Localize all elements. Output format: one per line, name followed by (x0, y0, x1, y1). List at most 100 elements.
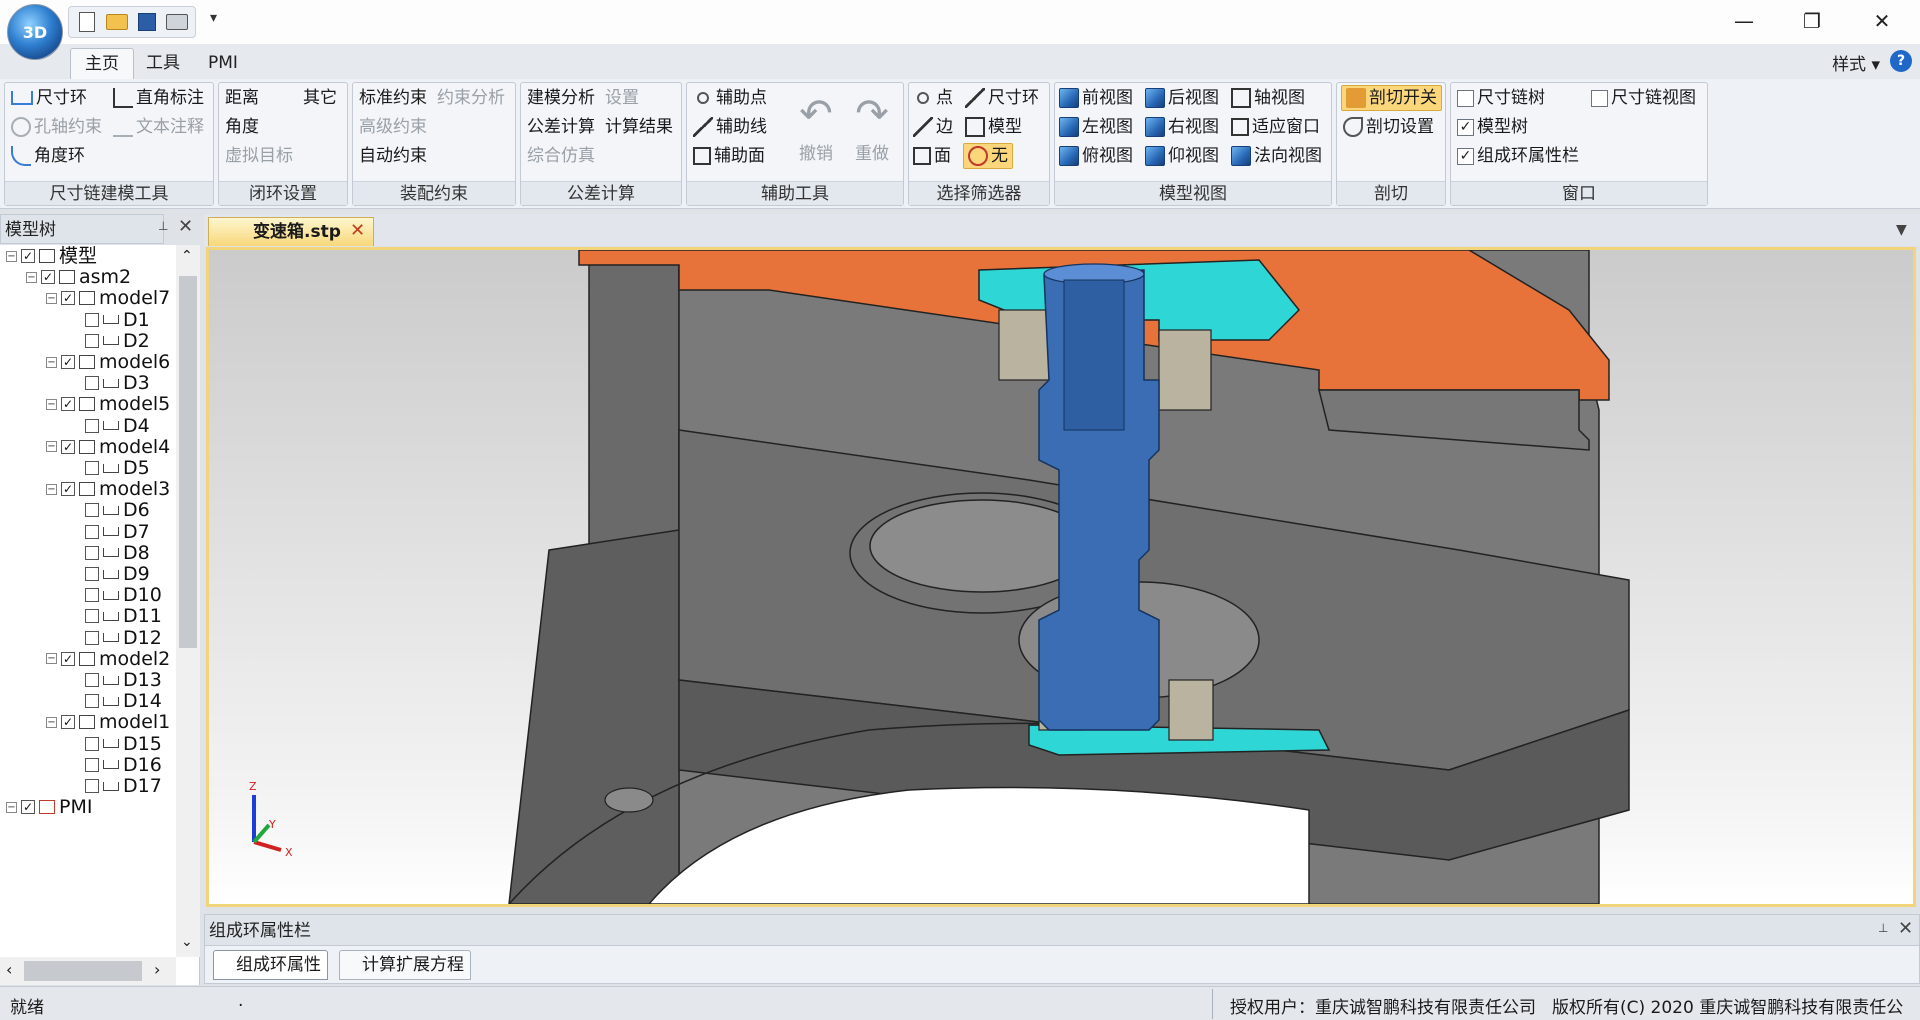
calc-result-button[interactable]: 计算结果 (605, 114, 673, 140)
aux-line-button[interactable]: 辅助线 (693, 114, 767, 140)
gearbox-section-model[interactable]: Z Y X (209, 250, 1913, 904)
restore-button[interactable]: ❐ (1780, 0, 1844, 42)
tree-checkbox[interactable]: ✓ (21, 800, 35, 815)
tree-checkbox[interactable] (85, 376, 99, 391)
filter-edge-button[interactable]: 边 (913, 114, 953, 140)
tree-checkbox[interactable] (85, 694, 99, 709)
scroll-left-icon[interactable]: ‹ (6, 960, 12, 979)
virtual-target-button[interactable]: 虚拟目标 (225, 143, 293, 169)
front-view-button[interactable]: 前视图 (1059, 85, 1133, 111)
normal-view-button[interactable]: 法向视图 (1231, 143, 1322, 169)
expand-icon[interactable]: − (46, 292, 57, 304)
tree-checkbox[interactable] (85, 418, 99, 433)
tree-checkbox[interactable]: ✓ (41, 270, 55, 285)
filter-none-button[interactable]: 无 (963, 143, 1013, 169)
hole-axis-button[interactable]: 孔轴约束 (11, 114, 102, 140)
filter-dim-loop-button[interactable]: 尺寸环 (965, 85, 1039, 111)
section-settings-button[interactable]: 剖切设置 (1343, 114, 1434, 140)
bottom-view-button[interactable]: 仰视图 (1145, 143, 1219, 169)
tree-checkbox[interactable]: ✓ (61, 355, 75, 369)
fit-window-button[interactable]: 适应窗口 (1231, 114, 1320, 140)
left-view-button[interactable]: 左视图 (1059, 114, 1133, 140)
tree-vertical-scroll-thumb[interactable] (179, 276, 197, 648)
tab-tools[interactable]: 工具 (132, 48, 194, 79)
expand-icon[interactable]: − (46, 653, 57, 665)
constraint-analysis-button[interactable]: 约束分析 (437, 85, 505, 111)
app-logo[interactable]: 3D (7, 4, 63, 60)
aux-point-button[interactable]: 辅助点 (693, 85, 767, 111)
expand-icon[interactable]: − (46, 398, 57, 410)
other-button[interactable]: 其它 (303, 85, 337, 111)
tree-checkbox[interactable] (85, 524, 99, 539)
document-list-menu[interactable]: ▼ (1896, 222, 1907, 238)
tree-checkbox[interactable]: ✓ (61, 651, 75, 666)
back-view-button[interactable]: 后视图 (1145, 85, 1219, 111)
aux-face-button[interactable]: 辅助面 (693, 143, 765, 169)
standard-constraint-button[interactable]: 标准约束 (359, 85, 427, 111)
dim-view-checkbox[interactable] (1591, 89, 1608, 107)
tree-checkbox[interactable] (85, 333, 99, 348)
auto-constraint-button[interactable]: 自动约束 (359, 143, 427, 169)
text-note-button[interactable]: 文本注释 (113, 114, 204, 140)
save-button[interactable] (133, 8, 161, 36)
new-file-button[interactable] (73, 8, 101, 36)
dim-tree-toggle[interactable]: 尺寸链树 (1457, 85, 1545, 111)
tree-checkbox[interactable] (85, 503, 99, 518)
pin-icon[interactable]: ⊥ (158, 219, 168, 233)
tree-checkbox[interactable] (85, 736, 99, 751)
expand-icon[interactable]: − (46, 483, 57, 495)
tree-checkbox[interactable]: ✓ (61, 397, 75, 412)
tree-checkbox[interactable] (85, 673, 99, 687)
print-button[interactable] (163, 8, 191, 36)
model-analysis-button[interactable]: 建模分析 (527, 85, 595, 111)
help-icon[interactable]: ? (1890, 50, 1912, 72)
expand-icon[interactable]: − (6, 250, 17, 262)
tolerance-calc-button[interactable]: 公差计算 (527, 114, 595, 140)
tree-checkbox[interactable] (85, 567, 99, 581)
redo-button[interactable]: ↷ 重做 (845, 89, 899, 173)
tree-checkbox[interactable]: ✓ (61, 482, 75, 497)
model-tree-toggle[interactable]: ✓ 模型树 (1457, 114, 1528, 140)
distance-button[interactable]: 距离 (225, 85, 259, 111)
tree-horizontal-scroll-thumb[interactable] (24, 961, 142, 981)
dim-tree-checkbox[interactable] (1457, 89, 1474, 107)
close-button[interactable]: ✕ (1850, 0, 1914, 42)
filter-point-button[interactable]: 点 (913, 85, 953, 111)
3d-viewport[interactable]: Z Y X (206, 247, 1916, 907)
tab-home[interactable]: 主页 (70, 48, 134, 79)
top-view-button[interactable]: 俯视图 (1059, 143, 1133, 169)
advanced-constraint-button[interactable]: 高级约束 (359, 114, 427, 140)
axis-view-button[interactable]: 轴视图 (1231, 85, 1305, 111)
open-file-button[interactable] (103, 8, 131, 36)
minimize-button[interactable]: — (1712, 0, 1776, 42)
expand-icon[interactable]: − (46, 716, 57, 728)
tree-checkbox[interactable] (85, 461, 99, 475)
tree-checkbox[interactable]: ✓ (61, 715, 75, 730)
tree-checkbox[interactable] (85, 588, 99, 603)
section-toggle-button[interactable]: 剖切开关 (1341, 85, 1442, 111)
customize-toolbar-button[interactable]: ▾ (210, 10, 217, 26)
right-angle-button[interactable]: 直角标注 (113, 85, 204, 111)
tab-component-properties[interactable]: 组成环属性 (213, 950, 328, 980)
document-tab-close-icon[interactable]: ✕ (350, 220, 365, 241)
expand-icon[interactable]: − (46, 356, 57, 368)
tree-checkbox[interactable] (85, 757, 99, 772)
prop-bar-checkbox[interactable]: ✓ (1457, 147, 1474, 165)
model-tree-close-icon[interactable]: ✕ (178, 216, 193, 237)
pin-icon[interactable]: ⊥ (1878, 921, 1888, 935)
property-panel-close-icon[interactable]: ✕ (1898, 918, 1913, 939)
simulation-button[interactable]: 综合仿真 (527, 143, 595, 169)
scroll-down-icon[interactable]: ⌄ (181, 934, 193, 950)
tree-checkbox[interactable]: ✓ (21, 249, 35, 263)
tolerance-settings-button[interactable]: 设置 (605, 85, 639, 111)
scroll-up-icon[interactable]: ⌃ (181, 248, 193, 264)
tree-checkbox[interactable] (85, 630, 99, 645)
dim-view-toggle[interactable]: 尺寸链视图 (1591, 85, 1696, 111)
tree-checkbox[interactable] (85, 779, 99, 793)
tree-checkbox[interactable] (85, 312, 99, 327)
angle-loop-button[interactable]: 角度环 (11, 143, 85, 169)
prop-bar-toggle[interactable]: ✓ 组成环属性栏 (1457, 143, 1579, 169)
tree-node-pmi[interactable]: − ✓ PMI (6, 794, 92, 820)
dim-loop-button[interactable]: 尺寸环 (11, 85, 87, 111)
scroll-right-icon[interactable]: › (154, 960, 160, 979)
